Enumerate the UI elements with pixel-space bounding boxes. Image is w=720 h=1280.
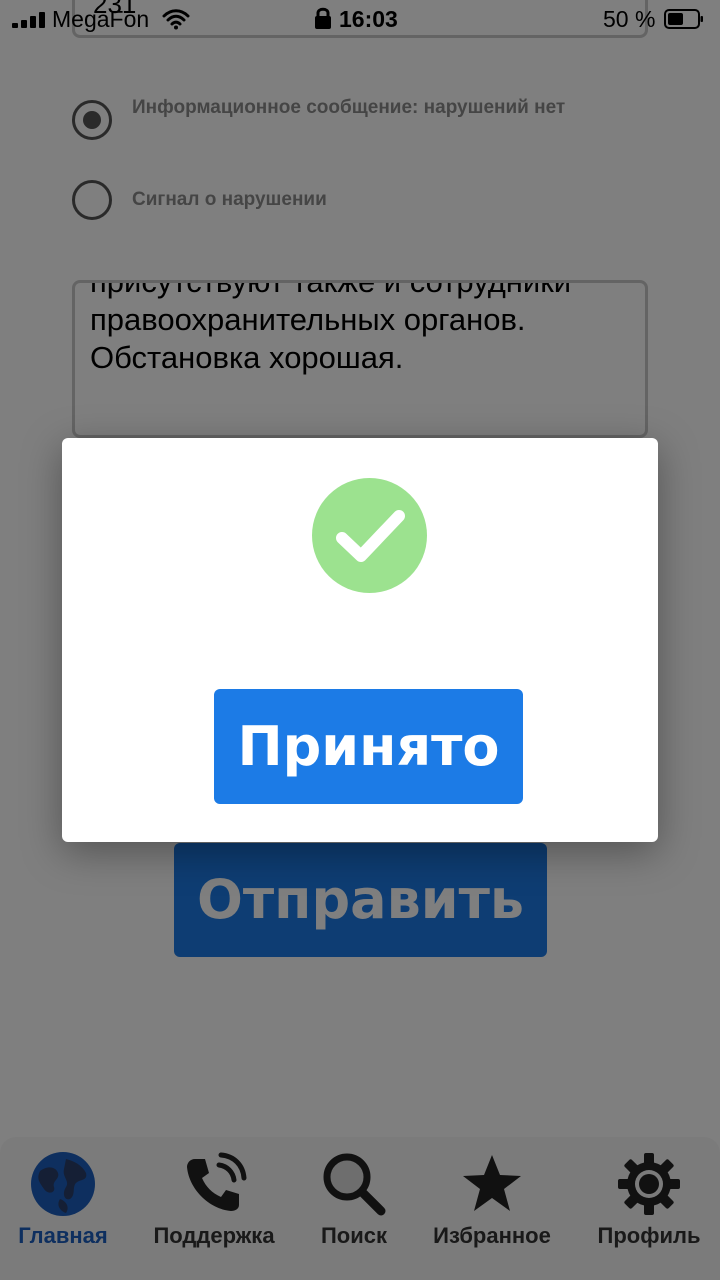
lock-icon: [315, 7, 331, 29]
success-dialog: Принято: [62, 438, 658, 842]
signal-icon: [12, 12, 46, 28]
carrier-name: MegaFon: [52, 6, 150, 32]
accept-button-label: Принято: [237, 715, 500, 778]
status-bar: MegaFon 16:03 50 %: [0, 0, 720, 40]
success-check-icon: [312, 478, 427, 593]
status-time: 16:03: [339, 6, 398, 32]
battery-icon: [664, 9, 703, 29]
accept-button[interactable]: Принято: [214, 689, 523, 804]
battery-percentage: 50 %: [603, 6, 656, 32]
wifi-icon: [162, 9, 190, 30]
